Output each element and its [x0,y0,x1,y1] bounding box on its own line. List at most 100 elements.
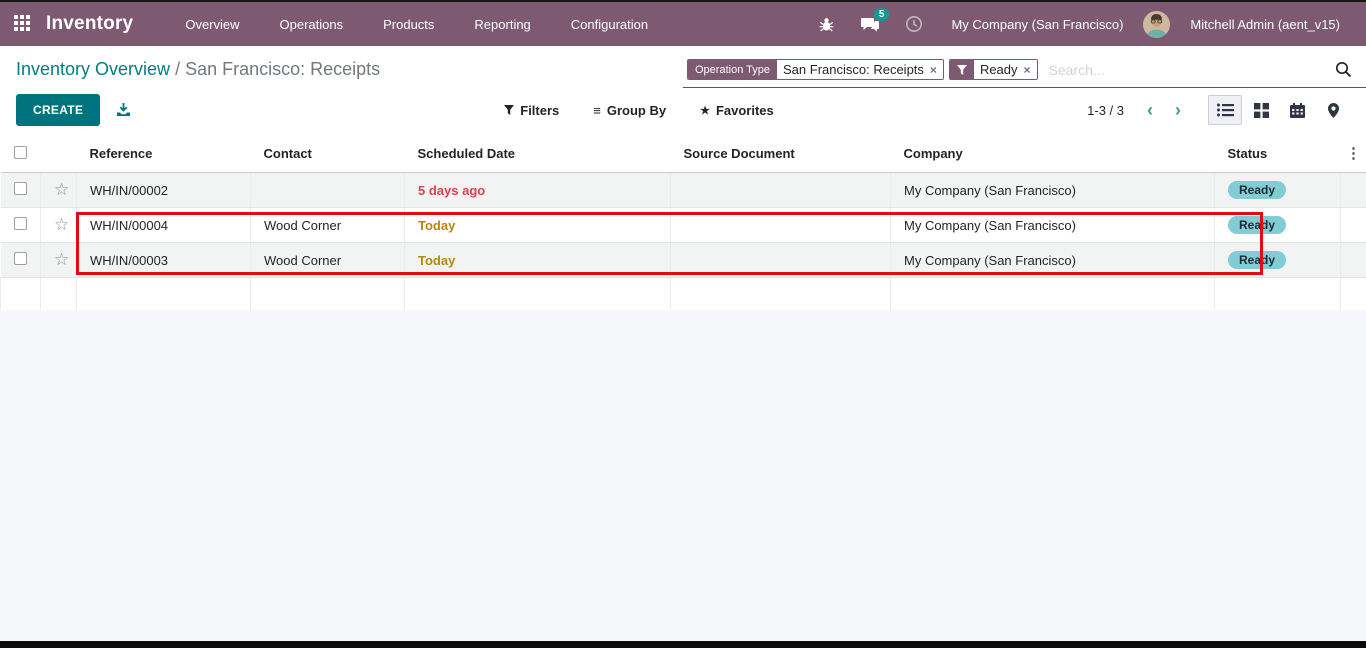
clock-icon [906,16,923,32]
empty-table-row [0,277,1366,310]
apps-menu-icon[interactable] [14,15,32,33]
nav-menu: Overview Operations Products Reporting C… [169,4,664,45]
favorites-button[interactable]: ★ Favorites [700,103,774,118]
cell-reference[interactable]: WH/IN/00004 [76,207,251,243]
pager-value: 1-3 / 3 [1087,102,1124,118]
column-header-contact[interactable]: Contact [250,134,405,173]
cell-company[interactable]: My Company (San Francisco) [890,207,1215,243]
cell-reference[interactable]: WH/IN/00002 [76,172,251,208]
search-input[interactable] [1042,58,1335,81]
row-checkbox[interactable] [13,182,27,195]
nav-item-products[interactable]: Products [367,4,450,45]
filters-funnel-icon [504,105,515,115]
favorite-star-icon[interactable]: ☆ [54,180,69,199]
nav-item-overview[interactable]: Overview [169,4,255,45]
map-view-button[interactable] [1316,95,1350,125]
search-bar: Operation Type San Francisco: Receipts ×… [683,56,1366,88]
status-badge: Ready [1228,251,1287,269]
optional-columns-toggle[interactable]: ⋮ [1340,134,1366,173]
breadcrumb-parent-link[interactable]: Inventory Overview [16,59,170,79]
control-panel: Inventory Overview / San Francisco: Rece… [0,46,1366,134]
nav-item-operations[interactable]: Operations [264,4,360,45]
facet-value-text: San Francisco: Receipts [783,62,924,77]
pager: 1-3 / 3 ‹ › [1087,101,1190,119]
status-badge: Ready [1228,216,1287,234]
favorites-label: Favorites [715,102,774,118]
facet-remove-button[interactable]: × [1024,63,1031,77]
cell-company[interactable]: My Company (San Francisco) [890,242,1215,278]
app-name[interactable]: Inventory [46,13,133,35]
table-row[interactable]: ☆ WH/IN/00004 Wood Corner Today My Compa… [0,207,1366,243]
status-badge: Ready [1228,181,1287,199]
list-view-button[interactable] [1208,95,1242,125]
cell-source-document[interactable] [670,242,891,278]
nav-item-reporting[interactable]: Reporting [458,4,546,45]
download-icon [117,102,131,116]
export-button[interactable] [116,102,131,118]
breadcrumb-current: San Francisco: Receipts [185,59,381,79]
column-header-source-document[interactable]: Source Document [670,134,891,173]
cell-scheduled-date[interactable]: Today [404,242,671,278]
activities-button[interactable] [897,7,931,41]
row-checkbox[interactable] [13,217,27,230]
calendar-view-button[interactable] [1280,95,1314,125]
kanban-view-button[interactable] [1244,95,1278,125]
filter-funnel-icon [949,60,974,79]
favorite-star-icon[interactable]: ☆ [54,250,69,269]
user-avatar[interactable] [1143,10,1171,38]
column-header-status[interactable]: Status [1214,134,1341,173]
cell-scheduled-date[interactable]: Today [404,207,671,243]
favorite-star-icon[interactable]: ☆ [54,215,69,234]
select-all-checkbox[interactable] [13,145,27,159]
bug-icon [819,17,834,31]
cell-reference[interactable]: WH/IN/00003 [76,242,251,278]
main-navbar: Inventory Overview Operations Products R… [0,2,1366,46]
messages-count-badge: 5 [873,8,890,21]
kanban-view-icon [1253,102,1269,118]
facet-remove-button[interactable]: × [930,63,937,77]
table-row[interactable]: ☆ WH/IN/00002 5 days ago My Company (San… [0,172,1366,208]
create-button[interactable]: CREATE [16,94,101,126]
company-switcher[interactable]: My Company (San Francisco) [941,17,1133,32]
pager-previous-button[interactable]: ‹ [1138,101,1162,119]
avatar-image [1143,10,1171,38]
debug-bug-icon[interactable] [809,7,843,41]
search-icon [1335,61,1352,78]
map-pin-icon [1327,102,1339,118]
list-view-icon [1216,103,1234,117]
facet-value-text: Ready [979,62,1018,77]
table-header-row: Reference Contact Scheduled Date Source … [0,134,1366,173]
column-header-reference[interactable]: Reference [76,134,251,173]
breadcrumb: Inventory Overview / San Francisco: Rece… [16,56,380,82]
list-view-area: Reference Contact Scheduled Date Source … [0,134,1366,647]
search-submit-button[interactable] [1335,61,1352,78]
cell-source-document[interactable] [670,207,891,243]
groupby-button[interactable]: ≡ Group By [593,103,666,118]
view-switcher [1208,95,1350,125]
favorites-star-icon: ★ [700,104,710,117]
pager-next-button[interactable]: › [1166,101,1190,119]
records-table: Reference Contact Scheduled Date Source … [0,134,1366,310]
facet-label: Operation Type [688,60,778,79]
user-menu[interactable]: Mitchell Admin (aent_v15) [1180,17,1350,32]
cell-contact[interactable] [250,172,405,208]
cell-contact[interactable]: Wood Corner [250,242,405,278]
calendar-view-icon [1289,102,1305,118]
groupby-label: Group By [606,102,667,118]
row-checkbox[interactable] [13,252,27,265]
messages-button[interactable]: 5 [853,7,890,41]
column-header-company[interactable]: Company [890,134,1215,173]
cell-scheduled-date[interactable]: 5 days ago [404,172,671,208]
search-facet-operation-type: Operation Type San Francisco: Receipts × [687,59,944,80]
filters-label: Filters [520,102,560,118]
window-bottom-bar [0,641,1366,648]
cell-source-document[interactable] [670,172,891,208]
cell-contact[interactable]: Wood Corner [250,207,405,243]
column-header-scheduled-date[interactable]: Scheduled Date [404,134,671,173]
cell-company[interactable]: My Company (San Francisco) [890,172,1215,208]
breadcrumb-separator: / [170,59,186,79]
table-row[interactable]: ☆ WH/IN/00003 Wood Corner Today My Compa… [0,242,1366,278]
filters-button[interactable]: Filters [504,103,559,118]
nav-item-configuration[interactable]: Configuration [555,4,664,45]
groupby-icon: ≡ [593,102,601,118]
